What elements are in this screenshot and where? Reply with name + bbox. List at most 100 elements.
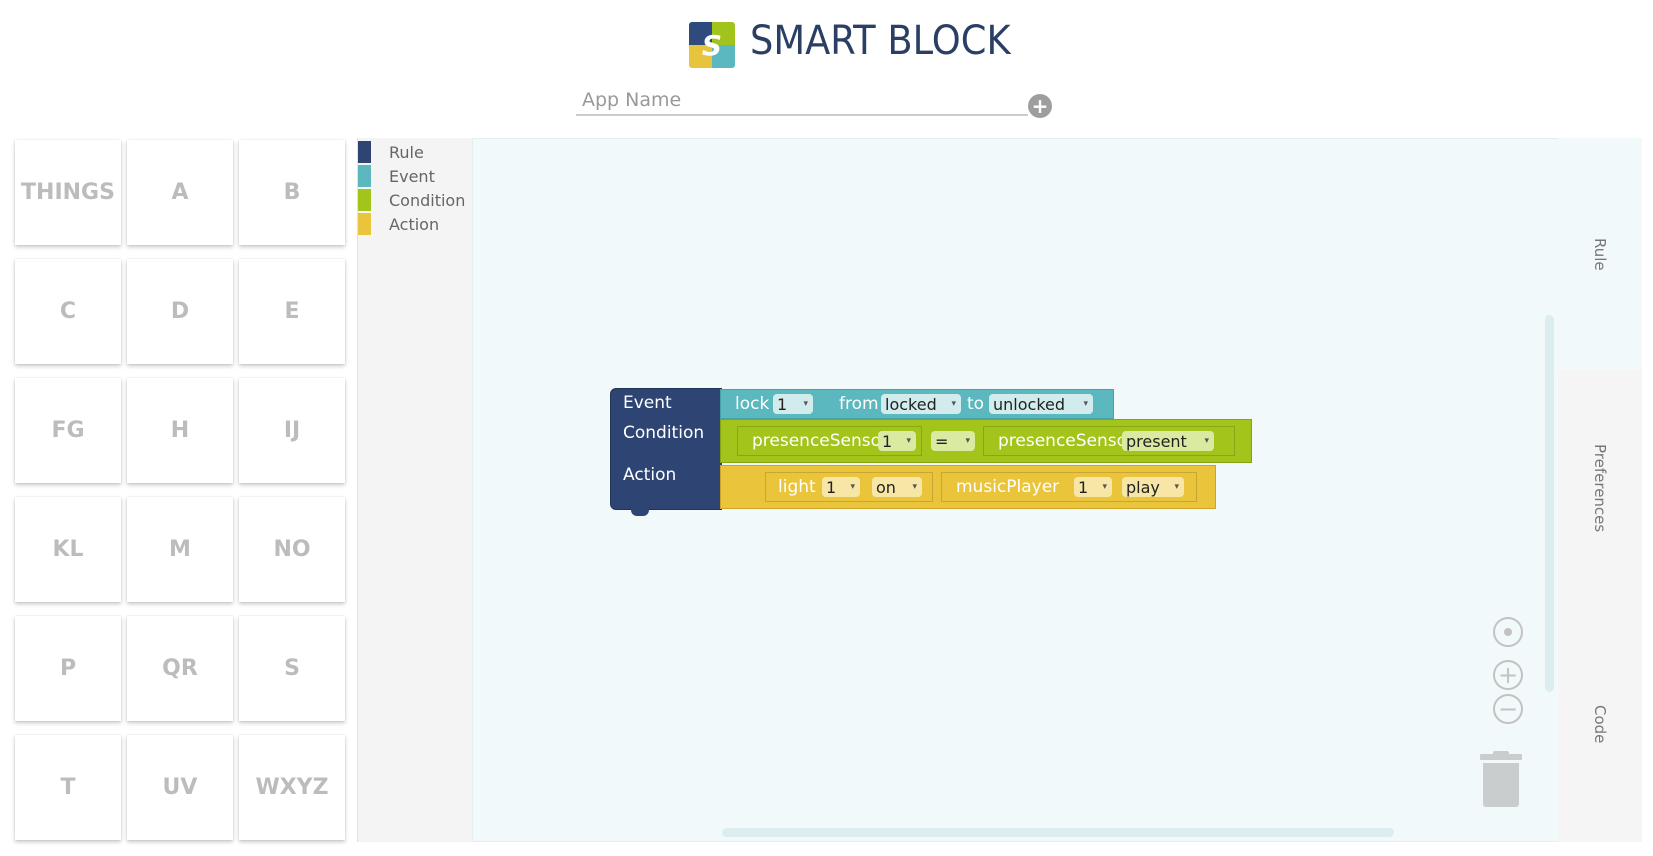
category-swatch bbox=[358, 165, 371, 187]
tile-uv[interactable]: UV bbox=[127, 735, 233, 840]
condition-left-index-dropdown[interactable]: 1 ▾ bbox=[878, 431, 916, 451]
tile-d[interactable]: D bbox=[127, 259, 233, 364]
tab-code[interactable]: Code bbox=[1558, 606, 1642, 842]
app-name-input[interactable] bbox=[576, 86, 1028, 116]
dropdown-value: 1 bbox=[1078, 477, 1089, 497]
trash-lid bbox=[1480, 754, 1522, 760]
dropdown-value: = bbox=[935, 431, 949, 451]
action-first-command-dropdown[interactable]: on ▾ bbox=[872, 477, 922, 497]
trash-body bbox=[1483, 763, 1519, 807]
tile-h[interactable]: H bbox=[127, 378, 233, 483]
zoom-out-icon[interactable]: − bbox=[1493, 694, 1523, 724]
condition-right-value-dropdown[interactable]: present ▾ bbox=[1122, 431, 1214, 451]
dropdown-value: 1 bbox=[826, 477, 837, 497]
tile-t[interactable]: T bbox=[15, 735, 121, 840]
tile-wxyz[interactable]: WXYZ bbox=[239, 735, 345, 840]
app-title: SMART BLOCK bbox=[750, 18, 1011, 64]
tile-p[interactable]: P bbox=[15, 616, 121, 721]
tile-m[interactable]: M bbox=[127, 497, 233, 602]
chevron-down-icon: ▾ bbox=[1102, 482, 1107, 492]
add-app-button[interactable]: + bbox=[1028, 94, 1052, 118]
dropdown-value: 1 bbox=[882, 431, 893, 451]
dropdown-value: 1 bbox=[777, 394, 788, 414]
smart-block-logo: S bbox=[689, 22, 735, 68]
condition-operator-dropdown[interactable]: = ▾ bbox=[931, 431, 975, 451]
event-from-label: from bbox=[839, 394, 879, 414]
chevron-down-icon: ▾ bbox=[951, 399, 956, 409]
event-index-dropdown[interactable]: 1 ▾ bbox=[773, 394, 813, 414]
dropdown-value: play bbox=[1126, 477, 1160, 497]
event-device: lock bbox=[735, 394, 770, 414]
event-to-dropdown[interactable]: unlocked ▾ bbox=[989, 394, 1093, 414]
rule-action-label: Action bbox=[623, 465, 677, 485]
category-swatch bbox=[358, 213, 371, 235]
condition-block[interactable]: presenceSensor 1 ▾ = ▾ presenceSensor pres… bbox=[720, 419, 1252, 463]
category-label: Rule bbox=[389, 142, 424, 162]
dropdown-value: unlocked bbox=[993, 394, 1066, 414]
tile-a[interactable]: A bbox=[127, 140, 233, 245]
horizontal-scrollbar[interactable] bbox=[722, 828, 1394, 837]
chevron-down-icon: ▾ bbox=[850, 482, 855, 492]
category-swatch bbox=[358, 189, 371, 211]
dropdown-value: present bbox=[1126, 431, 1187, 451]
chevron-down-icon: ▾ bbox=[1174, 482, 1179, 492]
tile-kl[interactable]: KL bbox=[15, 497, 121, 602]
chevron-down-icon: ▾ bbox=[965, 436, 970, 446]
category-label: Action bbox=[389, 214, 440, 234]
tab-preferences[interactable]: Preferences bbox=[1558, 370, 1642, 606]
action-first-command[interactable]: light 1 ▾ on ▾ bbox=[765, 472, 933, 502]
condition-right-operand[interactable]: presenceSensor present ▾ bbox=[983, 426, 1235, 456]
toolbox-category-condition[interactable]: Condition bbox=[358, 189, 473, 211]
toolbox-category-event[interactable]: Event bbox=[358, 165, 473, 187]
event-block[interactable]: lock 1 ▾ from locked ▾ to unlocked ▾ bbox=[720, 389, 1114, 419]
tab-preferences-label: Preferences bbox=[1591, 443, 1609, 533]
vertical-scrollbar[interactable] bbox=[1545, 315, 1554, 692]
condition-right-device: presenceSensor bbox=[998, 431, 1135, 451]
action-second-command[interactable]: musicPlayer 1 ▾ play ▾ bbox=[941, 472, 1197, 502]
toolbox-category-rule[interactable]: Rule bbox=[358, 141, 473, 163]
rule-condition-label: Condition bbox=[623, 423, 705, 443]
action-first-device: light bbox=[778, 477, 816, 497]
rule-block[interactable]: Event Condition Action bbox=[610, 388, 722, 516]
chevron-down-icon: ▾ bbox=[906, 436, 911, 446]
chevron-down-icon: ▾ bbox=[803, 399, 808, 409]
tile-fg[interactable]: FG bbox=[15, 378, 121, 483]
recenter-icon[interactable] bbox=[1493, 617, 1523, 647]
tile-qr[interactable]: QR bbox=[127, 616, 233, 721]
things-grid: THINGS A B C D E FG H IJ KL M NO P QR S … bbox=[15, 140, 347, 840]
tab-rule-label: Rule bbox=[1591, 237, 1609, 271]
chevron-down-icon: ▾ bbox=[1204, 436, 1209, 446]
tile-no[interactable]: NO bbox=[239, 497, 345, 602]
tab-rule[interactable]: Rule bbox=[1558, 138, 1642, 370]
side-tabs: Rule Preferences Code bbox=[1558, 138, 1642, 842]
block-toolbox: Rule Event Condition Action bbox=[357, 138, 473, 842]
action-first-index-dropdown[interactable]: 1 ▾ bbox=[822, 477, 860, 497]
tile-s[interactable]: S bbox=[239, 616, 345, 721]
tab-code-label: Code bbox=[1591, 704, 1609, 744]
trash-icon[interactable] bbox=[1480, 751, 1522, 807]
category-label: Condition bbox=[389, 190, 466, 210]
action-second-index-dropdown[interactable]: 1 ▾ bbox=[1074, 477, 1112, 497]
condition-left-operand[interactable]: presenceSensor 1 ▾ bbox=[737, 426, 922, 456]
tile-ij[interactable]: IJ bbox=[239, 378, 345, 483]
chevron-down-icon: ▾ bbox=[912, 482, 917, 492]
event-to-label: to bbox=[967, 394, 985, 414]
tile-e[interactable]: E bbox=[239, 259, 345, 364]
things-tile[interactable]: THINGS bbox=[15, 140, 121, 245]
category-swatch bbox=[358, 141, 371, 163]
action-second-device: musicPlayer bbox=[956, 477, 1060, 497]
dropdown-value: locked bbox=[885, 394, 937, 414]
tile-c[interactable]: C bbox=[15, 259, 121, 364]
toolbox-category-action[interactable]: Action bbox=[358, 213, 473, 235]
chevron-down-icon: ▾ bbox=[1083, 399, 1088, 409]
action-second-command-dropdown[interactable]: play ▾ bbox=[1122, 477, 1184, 497]
rule-event-label: Event bbox=[623, 393, 672, 413]
category-label: Event bbox=[389, 166, 435, 186]
zoom-in-icon[interactable]: + bbox=[1493, 660, 1523, 690]
condition-left-device: presenceSensor bbox=[752, 431, 889, 451]
action-block[interactable]: light 1 ▾ on ▾ musicPlayer 1 ▾ play ▾ bbox=[720, 465, 1216, 509]
dropdown-value: on bbox=[876, 477, 896, 497]
tile-b[interactable]: B bbox=[239, 140, 345, 245]
event-from-dropdown[interactable]: locked ▾ bbox=[881, 394, 961, 414]
logo-letter: S bbox=[701, 28, 723, 62]
